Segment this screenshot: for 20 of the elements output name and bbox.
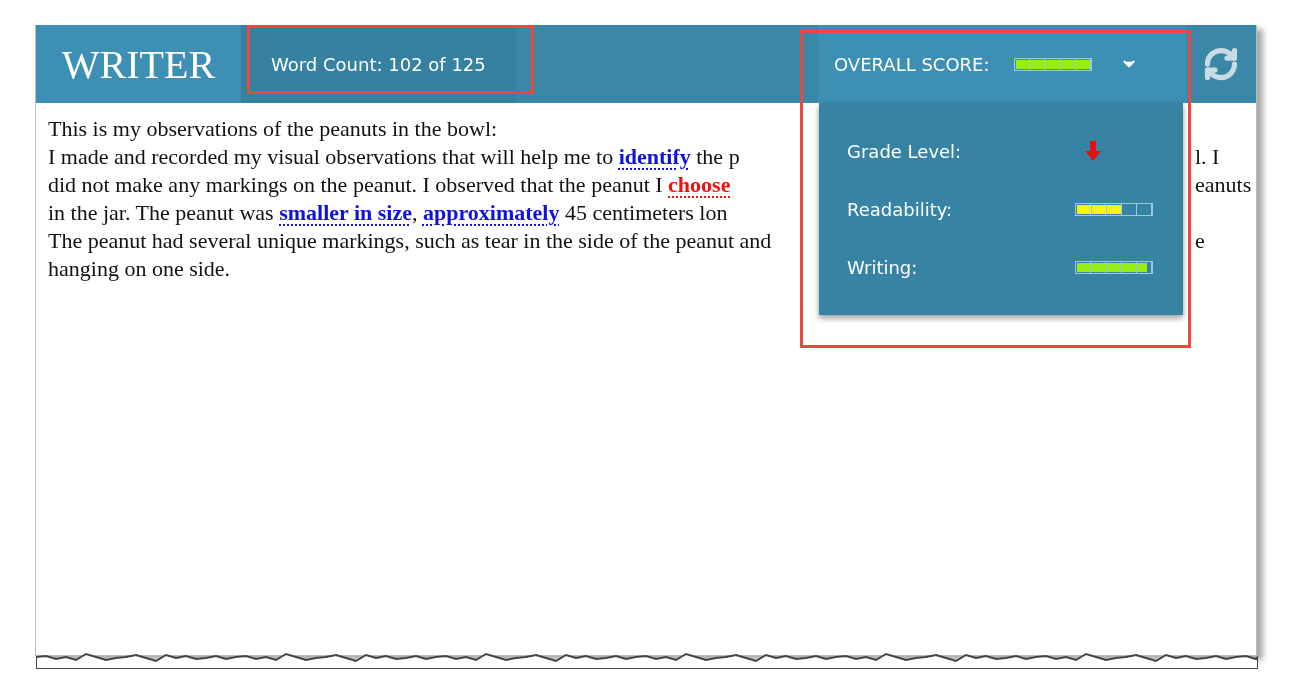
document-text-line: I made and recorded my visual observations that will help me to identify the p — [48, 143, 741, 171]
score-label: Readability: — [847, 198, 953, 220]
overall-score-label: OVERALL SCORE: — [834, 53, 990, 75]
suggested-word[interactable]: identify — [618, 144, 691, 169]
document-text-line: in the jar. The peanut was smaller in size, approximately 45 centimeters lon — [48, 199, 729, 227]
error-word[interactable]: choose — [668, 172, 731, 197]
down-arrow-icon — [1085, 141, 1101, 161]
score-label: Grade Level: — [847, 140, 962, 162]
document-text-fragment: e — [1195, 227, 1205, 255]
document-text-fragment: eanuts — [1195, 171, 1252, 199]
document-text-fragment: l. I — [1195, 143, 1220, 171]
document-text-line: hanging on one side. — [48, 255, 232, 283]
suggested-word[interactable]: approximately — [422, 200, 560, 225]
refresh-icon — [1203, 46, 1239, 82]
app-title: WRITER — [36, 25, 241, 103]
document-text-line: This is my observations of the peanuts in the bowl: — [48, 115, 499, 143]
suggested-word[interactable]: smaller in size — [279, 200, 412, 225]
document-text-line: The peanut had several unique markings, such as tear in the side of the peanut and — [48, 227, 773, 255]
document-text-line: did not make any markings on the peanut. I observed that the peanut I choose — [48, 171, 732, 199]
score-label: Writing: — [847, 256, 918, 278]
